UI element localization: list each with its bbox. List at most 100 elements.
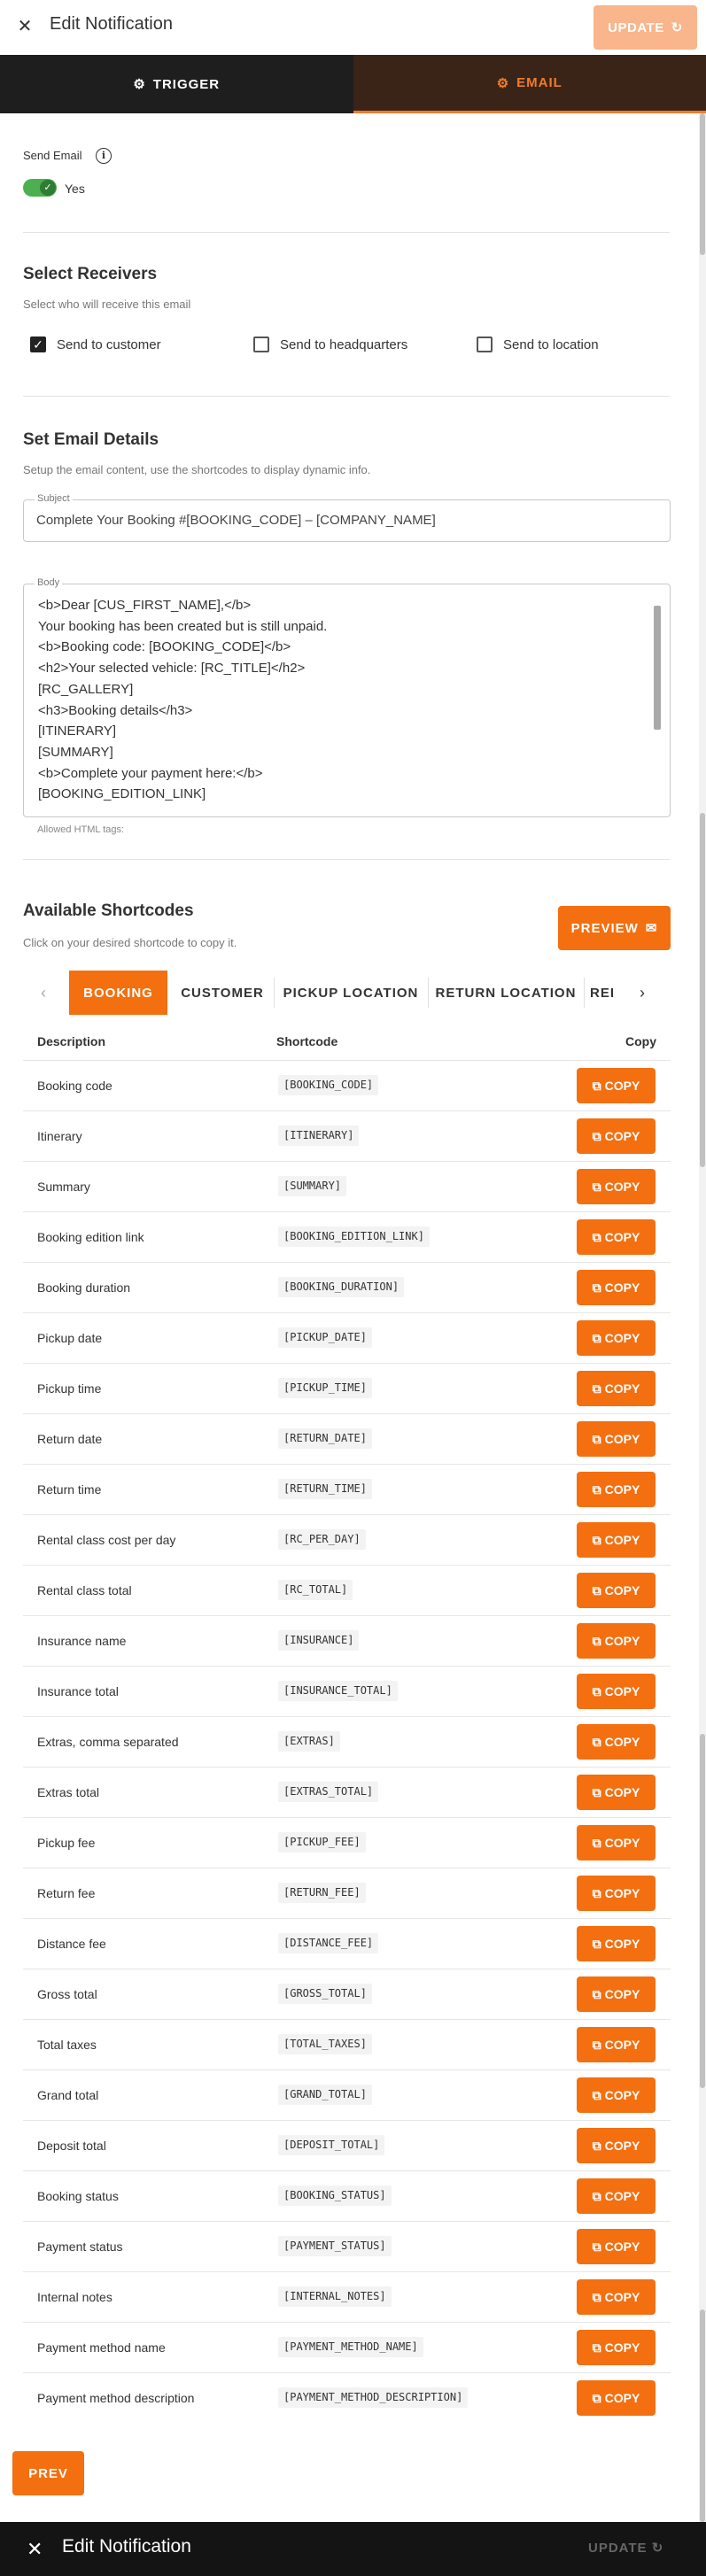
copy-button[interactable]: ⧉ COPY	[577, 1371, 656, 1406]
copy-button[interactable]: ⧉ COPY	[577, 1169, 656, 1204]
close-icon[interactable]: ✕	[16, 18, 34, 35]
body-field[interactable]: Body <b>Dear [CUS_FIRST_NAME],</b> Your …	[23, 577, 671, 817]
subject-field[interactable]: Subject Complete Your Booking #[BOOKING_…	[23, 493, 671, 542]
row-shortcode[interactable]: [PAYMENT_METHOD_DESCRIPTION]	[278, 2387, 469, 2408]
copy-button[interactable]: ⧉ COPY	[577, 1573, 656, 1608]
row-shortcode[interactable]: [BOOKING_EDITION_LINK]	[278, 1226, 430, 1247]
row-shortcode[interactable]: [INSURANCE]	[278, 1630, 360, 1651]
checkbox[interactable]	[477, 337, 493, 352]
checkbox-checked[interactable]: ✓	[30, 337, 46, 352]
row-shortcode[interactable]: [GROSS_TOTAL]	[278, 1984, 372, 2004]
info-icon[interactable]: i	[96, 148, 112, 164]
tab-rei[interactable]: REI	[590, 971, 625, 1015]
copy-button[interactable]: ⧉ COPY	[577, 2380, 656, 2416]
row-shortcode[interactable]: [ITINERARY]	[278, 1126, 360, 1146]
body-scrollbar-thumb[interactable]	[654, 606, 661, 730]
divider	[23, 232, 670, 233]
row-shortcode[interactable]: [PAYMENT_METHOD_NAME]	[278, 2337, 423, 2357]
row-shortcode[interactable]: [EXTRAS]	[278, 1731, 340, 1752]
row-shortcode[interactable]: [RETURN_FEE]	[278, 1883, 366, 1903]
scrollbar-thumb[interactable]	[700, 1734, 705, 2088]
receiver-headquarters[interactable]: Send to headquarters	[253, 337, 407, 352]
row-shortcode[interactable]: [TOTAL_TAXES]	[278, 2034, 372, 2054]
copy-button[interactable]: ⧉ COPY	[577, 1775, 656, 1810]
tab-separator	[428, 978, 429, 1008]
row-shortcode[interactable]: [RETURN_TIME]	[278, 1479, 372, 1499]
copy-icon: ⧉	[592, 2037, 601, 2052]
row-shortcode[interactable]: [PICKUP_FEE]	[278, 1832, 366, 1853]
tab-pickup-location[interactable]: PICKUP LOCATION	[277, 971, 424, 1015]
receiver-customer[interactable]: ✓ Send to customer	[30, 337, 161, 352]
tab-return-location[interactable]: RETURN LOCATION	[431, 971, 580, 1015]
row-shortcode[interactable]: [INTERNAL_NOTES]	[278, 2286, 392, 2307]
subject-input[interactable]: Complete Your Booking #[BOOKING_CODE] – …	[36, 513, 436, 528]
row-shortcode[interactable]: [BOOKING_DURATION]	[278, 1277, 405, 1297]
row-shortcode[interactable]: [BOOKING_CODE]	[278, 1075, 379, 1095]
subject-label: Subject	[35, 493, 73, 504]
chevron-left-icon[interactable]: ‹	[41, 984, 46, 1002]
copy-button[interactable]: ⧉ COPY	[577, 1068, 656, 1103]
row-shortcode[interactable]: [PICKUP_DATE]	[278, 1327, 372, 1348]
copy-button[interactable]: ⧉ COPY	[577, 1926, 656, 1961]
copy-button[interactable]: ⧉ COPY	[577, 2229, 656, 2264]
copy-button[interactable]: ⧉ COPY	[577, 1421, 656, 1457]
row-shortcode[interactable]: [SUMMARY]	[278, 1176, 347, 1196]
copy-button[interactable]: ⧉ COPY	[577, 2027, 656, 2062]
row-description: Payment method name	[37, 2340, 166, 2355]
copy-button[interactable]: ⧉ COPY	[577, 1976, 656, 2012]
copy-button[interactable]: ⧉ COPY	[577, 2178, 656, 2214]
scrollbar-thumb[interactable]	[700, 113, 705, 255]
chevron-right-icon[interactable]: ›	[640, 984, 645, 1002]
tab-email[interactable]: ⚙ EMAIL	[353, 55, 706, 113]
copy-button[interactable]: ⧉ COPY	[577, 1522, 656, 1558]
row-shortcode[interactable]: [INSURANCE_TOTAL]	[278, 1681, 398, 1701]
row-shortcode[interactable]: [EXTRAS_TOTAL]	[278, 1782, 379, 1802]
bottom-update-button[interactable]: UPDATE ↻	[588, 2540, 663, 2556]
copy-button[interactable]: ⧉ COPY	[577, 1724, 656, 1760]
row-shortcode[interactable]: [RETURN_DATE]	[278, 1428, 372, 1449]
scrollbar-thumb[interactable]	[700, 813, 705, 1167]
scrollbar-thumb[interactable]	[700, 2309, 705, 2522]
copy-button[interactable]: ⧉ COPY	[577, 1219, 656, 1255]
table-row: Extras total [EXTRAS_TOTAL] ⧉ COPY	[23, 1767, 671, 1817]
copy-button[interactable]: ⧉ COPY	[577, 1623, 656, 1659]
prev-label: PREV	[28, 2465, 68, 2481]
row-shortcode[interactable]: [RC_TOTAL]	[278, 1580, 353, 1600]
copy-button[interactable]: ⧉ COPY	[577, 2128, 656, 2163]
copy-icon: ⧉	[592, 1784, 601, 1799]
table-row: Payment method description [PAYMENT_METHO…	[23, 2372, 671, 2423]
tab-customer[interactable]: CUSTOMER	[175, 971, 270, 1015]
copy-button[interactable]: ⧉ COPY	[577, 2077, 656, 2113]
copy-button[interactable]: ⧉ COPY	[577, 1674, 656, 1709]
copy-button[interactable]: ⧉ COPY	[577, 1825, 656, 1860]
update-button[interactable]: UPDATE ↻	[594, 5, 697, 50]
page-scrollbar[interactable]	[699, 113, 706, 2522]
row-shortcode[interactable]: [DEPOSIT_TOTAL]	[278, 2135, 385, 2155]
row-shortcode[interactable]: [RC_PER_DAY]	[278, 1529, 366, 1550]
prev-button[interactable]: PREV	[12, 2451, 84, 2495]
checkbox[interactable]	[253, 337, 269, 352]
tab-trigger[interactable]: ⚙ TRIGGER	[0, 55, 353, 113]
body-scrollbar[interactable]	[654, 597, 661, 809]
copy-button[interactable]: ⧉ COPY	[577, 1118, 656, 1154]
send-email-toggle[interactable]: ✓	[23, 179, 57, 197]
row-shortcode[interactable]: [DISTANCE_FEE]	[278, 1933, 379, 1953]
row-shortcode[interactable]: [PAYMENT_STATUS]	[278, 2236, 392, 2256]
row-shortcode[interactable]: [BOOKING_STATUS]	[278, 2185, 392, 2206]
preview-button[interactable]: PREVIEW ✉	[558, 906, 671, 950]
receiver-location[interactable]: Send to location	[477, 337, 599, 352]
body-textarea[interactable]: <b>Dear [CUS_FIRST_NAME],</b> Your booki…	[38, 595, 623, 808]
tab-booking[interactable]: BOOKING	[69, 971, 167, 1015]
copy-button[interactable]: ⧉ COPY	[577, 1270, 656, 1305]
row-shortcode[interactable]: [GRAND_TOTAL]	[278, 2085, 372, 2105]
copy-button[interactable]: ⧉ COPY	[577, 1876, 656, 1911]
copy-icon: ⧉	[592, 2289, 601, 2304]
copy-label: COPY	[604, 1735, 640, 1749]
copy-button[interactable]: ⧉ COPY	[577, 1320, 656, 1356]
copy-button[interactable]: ⧉ COPY	[577, 2279, 656, 2315]
copy-button[interactable]: ⧉ COPY	[577, 1472, 656, 1507]
copy-button[interactable]: ⧉ COPY	[577, 2330, 656, 2365]
close-icon[interactable]: ✕	[27, 2538, 43, 2561]
row-shortcode[interactable]: [PICKUP_TIME]	[278, 1378, 372, 1398]
row-description: Extras total	[37, 1785, 100, 1799]
